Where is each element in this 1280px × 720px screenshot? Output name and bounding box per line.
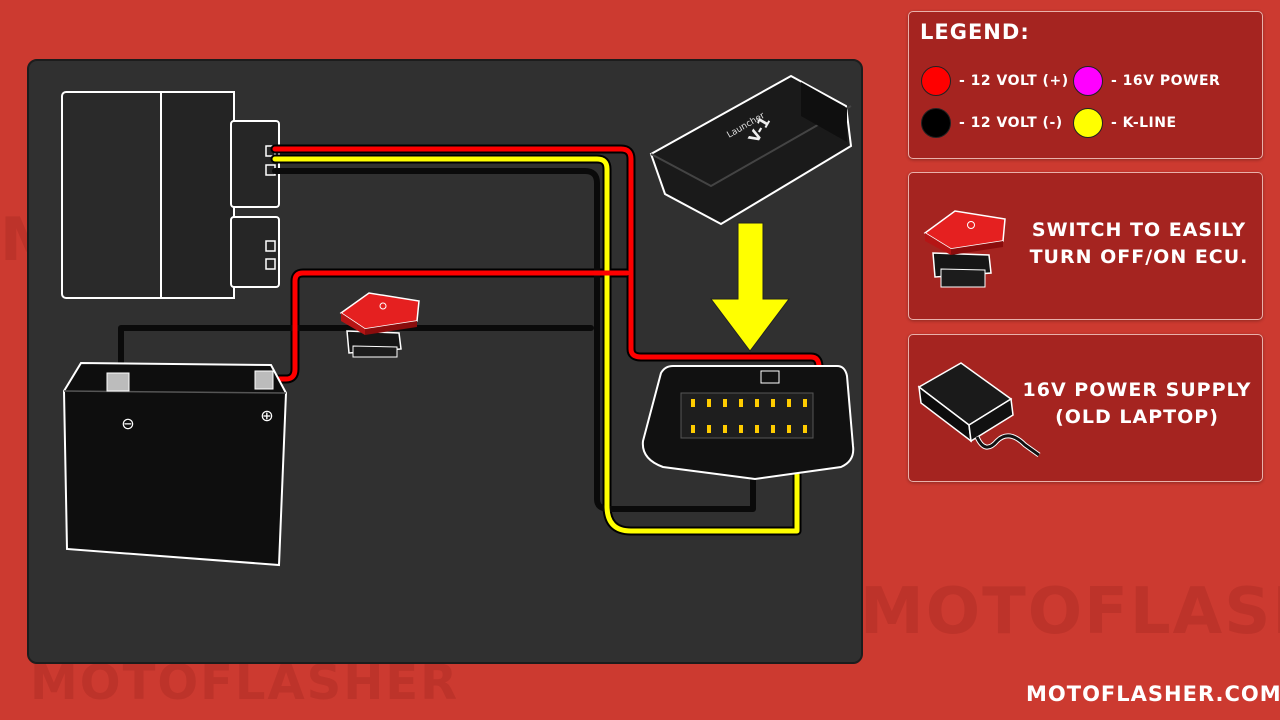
red-swatch-icon	[921, 66, 951, 96]
supply-text-line1: 16V POWER SUPPLY	[1022, 379, 1252, 401]
battery: ⊖ ⊕	[62, 361, 288, 567]
legend-label: - K-LINE	[1111, 115, 1177, 131]
switch-info-panel: SWITCH TO EASILY TURN OFF/ON ECU.	[908, 172, 1263, 320]
switch-text-line1: SWITCH TO EASILY	[1031, 219, 1247, 241]
rocker-switch-icon	[339, 292, 420, 358]
ecu-unit	[61, 91, 280, 299]
power-supply-panel: 16V POWER SUPPLY (OLD LAPTOP)	[908, 334, 1263, 482]
rocker-switch-icon	[923, 210, 1006, 288]
wiring-diagram: ⊖ ⊕ Launcher V-1	[27, 59, 863, 664]
legend-item-k-line: - K-LINE	[1073, 108, 1177, 138]
legend-title: LEGEND:	[920, 20, 1030, 44]
switch-description: SWITCH TO EASILY TURN OFF/ON ECU.	[1019, 217, 1259, 271]
yellow-swatch-icon	[1073, 108, 1103, 138]
obd-connector	[641, 365, 855, 481]
legend-item-12v-negative: - 12 VOLT (-)	[921, 108, 1063, 138]
battery-minus-label: ⊖	[121, 414, 134, 433]
site-url: MOTOFLASHER.COM	[1026, 682, 1280, 706]
supply-text-line2: (OLD LAPTOP)	[1055, 406, 1219, 428]
legend-label: - 12 VOLT (+)	[959, 73, 1069, 89]
legend-item-16v-power: - 16V POWER	[1073, 66, 1220, 96]
wiring-diagram-svg: ⊖ ⊕ Launcher V-1	[61, 74, 855, 567]
watermark-text: MOTOFLASHER	[860, 575, 1280, 649]
magenta-swatch-icon	[1073, 66, 1103, 96]
legend-label: - 12 VOLT (-)	[959, 115, 1063, 131]
obd-interface-device: Launcher V-1	[649, 74, 853, 226]
battery-plus-label: ⊕	[260, 406, 273, 425]
legend-label: - 16V POWER	[1111, 73, 1221, 89]
legend-panel: LEGEND: - 12 VOLT (+) - 12 VOLT (-) - 16…	[908, 11, 1263, 159]
legend-item-12v-positive: - 12 VOLT (+)	[921, 66, 1069, 96]
black-swatch-icon	[921, 108, 951, 138]
arrow-down-icon	[710, 222, 790, 352]
supply-description: 16V POWER SUPPLY (OLD LAPTOP)	[1017, 377, 1257, 431]
switch-text-line2: TURN OFF/ON ECU.	[1029, 246, 1249, 268]
